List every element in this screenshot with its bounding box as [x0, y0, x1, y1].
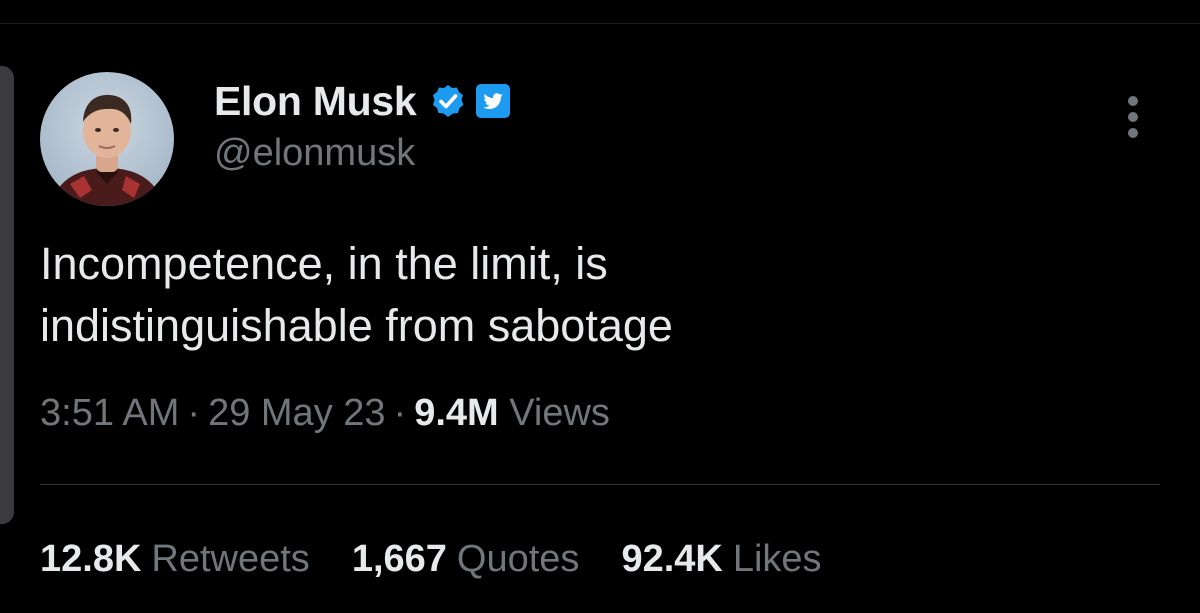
meta-separator: ·: [393, 392, 407, 434]
views-count: 9.4M: [414, 392, 499, 434]
more-dot: [1128, 112, 1138, 122]
tweet-meta: 3:51 AM · 29 May 23 · 9.4M Views: [40, 392, 610, 435]
engagement-stats: 12.8K Retweets 1,667 Quotes 92.4K Likes: [40, 538, 864, 581]
twitter-bird-icon[interactable]: [476, 84, 511, 118]
tweet-text-line: Incompetence, in the limit, is: [40, 238, 608, 289]
likes-stat[interactable]: 92.4K Likes: [621, 538, 821, 581]
display-name[interactable]: Elon Musk: [214, 78, 417, 125]
verified-badge-icon[interactable]: [430, 83, 466, 119]
avatar[interactable]: [40, 72, 174, 206]
stats-divider: [40, 484, 1160, 485]
avatar-image: [40, 72, 174, 206]
author-row: Elon Musk: [214, 76, 511, 126]
tweet-date[interactable]: 29 May 23: [208, 392, 385, 434]
tweet-text-line: indistinguishable from sabotage: [40, 300, 673, 351]
likes-count: 92.4K: [621, 538, 723, 580]
retweets-stat[interactable]: 12.8K Retweets: [40, 538, 310, 581]
more-dot: [1128, 128, 1138, 138]
author-handle[interactable]: @elonmusk: [214, 132, 415, 175]
scroll-handle[interactable]: [0, 66, 14, 524]
retweets-count: 12.8K: [40, 538, 142, 580]
top-divider: [0, 23, 1200, 24]
tweet-text: Incompetence, in the limit, is indisting…: [40, 233, 1140, 357]
likes-label: Likes: [732, 538, 822, 580]
tweet-time[interactable]: 3:51 AM: [40, 392, 179, 434]
more-dot: [1128, 96, 1138, 106]
retweets-label: Retweets: [151, 538, 310, 580]
quotes-stat[interactable]: 1,667 Quotes: [352, 538, 580, 581]
quotes-label: Quotes: [456, 538, 580, 580]
quotes-count: 1,667: [351, 538, 447, 580]
views-label: Views: [509, 392, 610, 434]
more-options-icon[interactable]: [1116, 92, 1150, 142]
meta-separator: ·: [187, 392, 201, 434]
